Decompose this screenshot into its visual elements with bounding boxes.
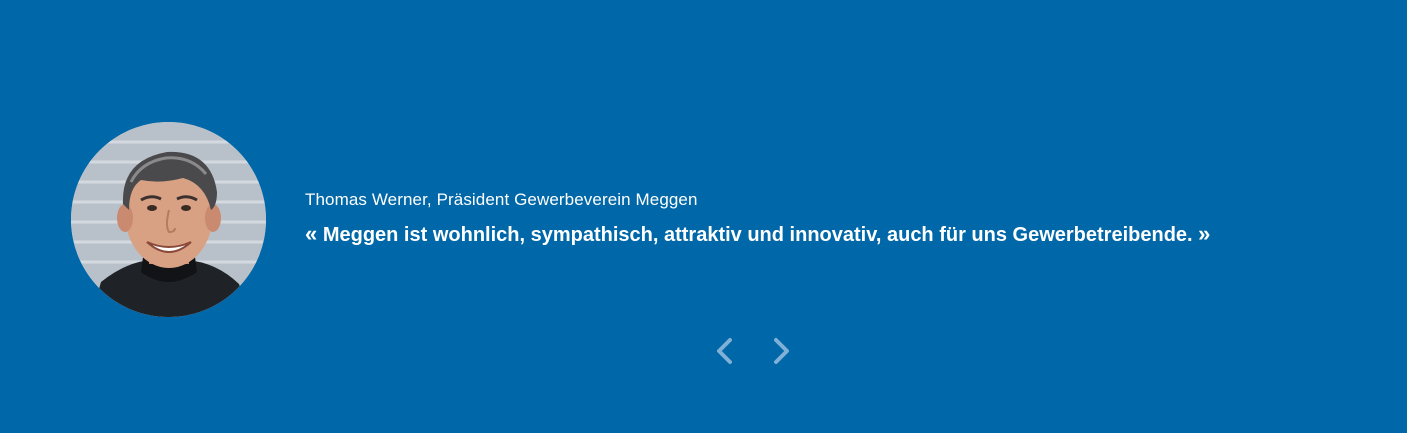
quote-text: Meggen ist wohnlich, sympathisch, attrak…: [322, 224, 1193, 246]
testimonial-quote: « Meggen ist wohnlich, sympathisch, attr…: [305, 221, 1365, 248]
prev-slide-button[interactable]: [712, 336, 738, 366]
portrait-image: [71, 122, 266, 317]
testimonial-author: Thomas Werner, Präsident Gewerbeverein M…: [305, 190, 698, 209]
quote-close-icon: »: [1198, 221, 1211, 246]
testimonial-section: Thomas Werner, Präsident Gewerbeverein M…: [0, 0, 1407, 433]
avatar: [71, 122, 266, 317]
chevron-left-icon: [717, 338, 732, 364]
quote-open-icon: «: [305, 221, 318, 246]
testimonial-content: Thomas Werner, Präsident Gewerbeverein M…: [305, 189, 1365, 248]
chevron-right-icon: [774, 338, 789, 364]
next-slide-button[interactable]: [768, 336, 794, 366]
